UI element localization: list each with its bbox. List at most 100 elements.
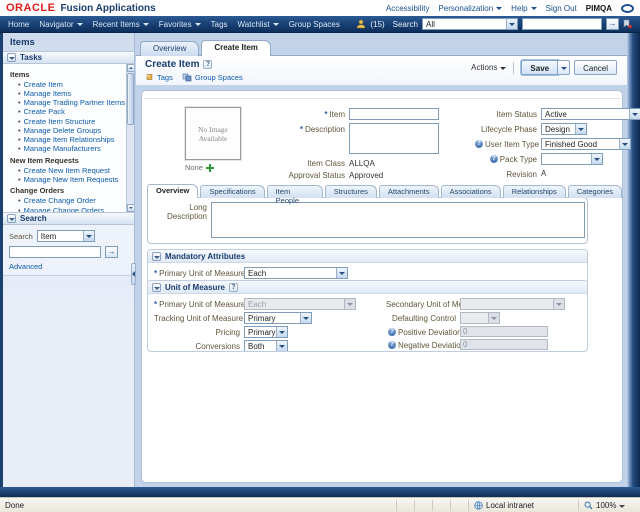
chevron-down-icon [591, 154, 602, 164]
user-item-type-select[interactable]: Finished Good [541, 138, 631, 150]
task-link[interactable]: Create Pack [18, 108, 124, 116]
conversions-select[interactable]: Both [244, 340, 288, 352]
scroll-down-icon[interactable] [127, 204, 134, 212]
help-icon[interactable]: ? [388, 341, 396, 349]
person-icon[interactable] [356, 19, 366, 29]
description-input[interactable] [349, 123, 439, 154]
task-link[interactable]: Manage Change Orders [18, 207, 124, 212]
tab-overview[interactable]: Overview [140, 41, 199, 56]
uom-primary-label: Primary Unit of Measure [159, 300, 245, 309]
security-zone: Local intranet [468, 500, 578, 511]
task-link[interactable]: Create New Item Request [18, 167, 124, 175]
subtab-overview[interactable]: Overview [147, 184, 198, 198]
unit-of-measure-header[interactable]: Unit of Measure ? [148, 281, 587, 294]
chevron-down-icon [276, 327, 287, 337]
help-icon[interactable]: ? [203, 60, 212, 69]
primary-uom-select[interactable]: Each [244, 267, 348, 279]
subtab-categories[interactable]: Categories [568, 185, 622, 198]
global-search-go-button[interactable]: → [606, 18, 619, 30]
actions-menu[interactable]: Actions [471, 63, 506, 72]
sidebar-search-go-button[interactable]: → [105, 246, 118, 258]
negative-deviation-input: 0 [460, 339, 548, 350]
item-class-value: ALLQA [349, 157, 375, 168]
long-description-input[interactable] [211, 202, 585, 238]
chevron-down-icon [488, 313, 499, 323]
status-cell [432, 500, 450, 511]
task-link[interactable]: Manage Trading Partner Items [18, 99, 124, 107]
watchlist-count[interactable]: (15) [370, 20, 384, 29]
user-item-type-label: User Item Type [485, 140, 537, 149]
nav-navigator[interactable]: Navigator [39, 20, 82, 29]
nav-recent-items[interactable]: Recent Items [93, 20, 149, 29]
task-link[interactable]: Manage Item Relationships [18, 136, 124, 144]
item-image-placeholder: No Image Available [185, 107, 241, 160]
scroll-up-icon[interactable] [127, 64, 134, 72]
nav-favorites[interactable]: Favorites [159, 20, 201, 29]
task-link[interactable]: Manage Delete Groups [18, 127, 124, 135]
help-icon[interactable]: ? [475, 140, 483, 148]
help-icon[interactable]: ? [388, 328, 396, 336]
nav-group-spaces[interactable]: Group Spaces [289, 20, 340, 29]
subtab-attachments[interactable]: Attachments [379, 185, 439, 198]
group-spaces-link[interactable]: Group Spaces [195, 73, 243, 82]
task-link[interactable]: Create Change Order [18, 197, 124, 205]
sidebar-search-scope[interactable]: Item [37, 230, 95, 242]
zoom-control[interactable]: 100% [578, 500, 640, 511]
task-link[interactable]: Create Item [18, 81, 124, 89]
lifecycle-phase-select[interactable]: Design [541, 123, 587, 135]
subtab-item-people[interactable]: Item People [267, 185, 323, 198]
advanced-search-link[interactable]: Advanced [9, 262, 128, 271]
pricing-select[interactable]: Primary [244, 326, 288, 338]
mandatory-attributes-header[interactable]: Mandatory Attributes [148, 250, 587, 263]
collapse-icon[interactable] [7, 53, 16, 62]
tasks-panel-header[interactable]: Tasks [3, 51, 134, 64]
tracking-uom-select[interactable]: Primary [244, 312, 312, 324]
status-cell [450, 500, 468, 511]
help-icon[interactable]: ? [490, 155, 498, 163]
chevron-down-icon[interactable] [619, 505, 625, 508]
scroll-thumb[interactable] [127, 73, 134, 125]
task-link[interactable]: Manage New Item Requests [18, 176, 124, 184]
subtab-associations[interactable]: Associations [441, 185, 501, 198]
save-button[interactable]: Save [521, 60, 558, 75]
oracle-logo: ORACLE [6, 2, 55, 14]
nav-tags[interactable]: Tags [211, 20, 228, 29]
saved-search-icon[interactable] [623, 19, 632, 29]
task-link[interactable]: Manage Manufacturers [18, 145, 124, 153]
collapse-icon[interactable] [152, 252, 161, 261]
add-image-icon[interactable] [206, 164, 214, 172]
sign-out-link[interactable]: Sign Out [546, 4, 577, 13]
task-link[interactable]: Manage Items [18, 90, 124, 98]
item-status-select[interactable]: Active [541, 108, 640, 120]
save-options-icon[interactable] [558, 60, 570, 75]
tags-link[interactable]: Tags [157, 73, 173, 82]
tasks-panel: Items Create Item Manage Items Manage Tr… [3, 64, 134, 212]
accessibility-link[interactable]: Accessibility [386, 4, 430, 13]
subtab-structures[interactable]: Structures [325, 185, 377, 198]
approval-status-value: Approved [349, 169, 383, 180]
tab-create-item[interactable]: Create Item [201, 40, 271, 56]
nav-watchlist[interactable]: Watchlist [238, 20, 279, 29]
item-input[interactable] [349, 108, 439, 120]
pack-type-select[interactable] [541, 153, 603, 165]
chevron-down-icon [83, 231, 94, 241]
cancel-button[interactable]: Cancel [574, 60, 617, 75]
collapse-icon[interactable] [152, 283, 161, 292]
collapse-icon[interactable] [7, 214, 16, 223]
nav-home[interactable]: Home [8, 20, 29, 29]
global-search-input[interactable] [522, 18, 602, 30]
personalization-menu[interactable]: Personalization [438, 4, 502, 13]
tasks-scrollbar[interactable] [126, 64, 134, 212]
subtab-relationships[interactable]: Relationships [503, 185, 566, 198]
task-link[interactable]: Create Item Structure [18, 118, 124, 126]
sidebar-search-input[interactable] [9, 246, 101, 258]
help-icon[interactable]: ? [229, 283, 238, 292]
global-search-scope[interactable]: All [422, 18, 518, 30]
subtab-specifications[interactable]: Specifications [200, 185, 264, 198]
help-menu[interactable]: Help [511, 4, 536, 13]
image-caption: None [185, 163, 203, 172]
item-label: Item [329, 110, 345, 119]
chevron-down-icon [575, 124, 586, 134]
search-panel-header[interactable]: Search [3, 212, 134, 225]
page-header: Create Item ? Tags Group Spaces Actions … [136, 56, 627, 85]
